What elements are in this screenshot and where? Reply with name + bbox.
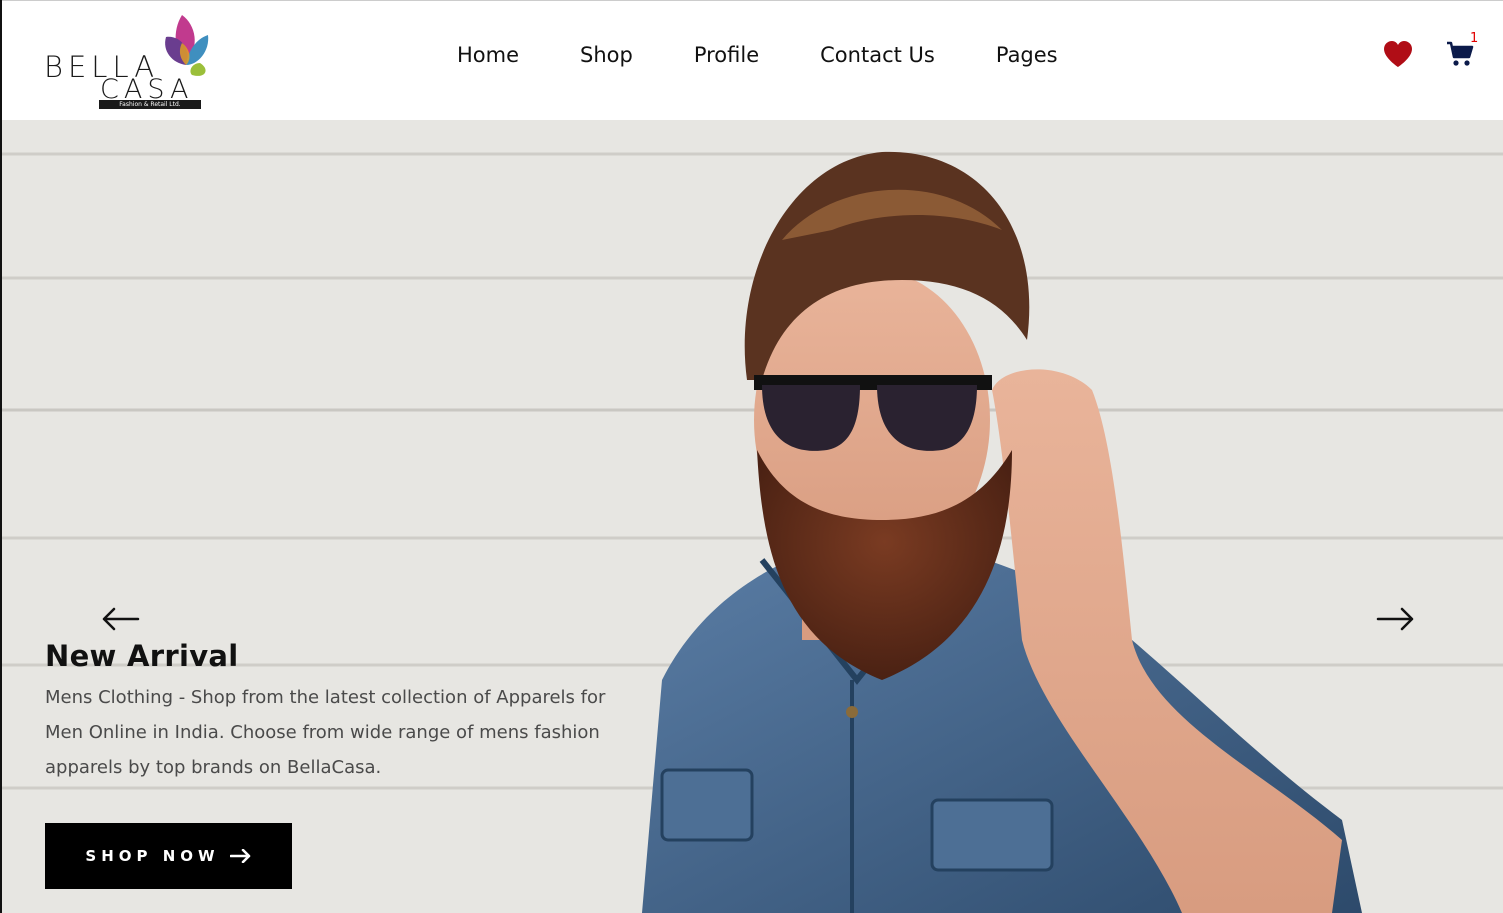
shop-now-label: SHOP NOW	[85, 847, 220, 865]
hero-slider: New Arrival Mens Clothing - Shop from th…	[2, 120, 1503, 913]
hero-title: New Arrival	[45, 639, 239, 673]
arrow-right-small-icon	[229, 849, 250, 863]
site-header: BELLA CASA Fashion & Retail Ltd. Home Sh…	[2, 0, 1503, 120]
hero-description: Mens Clothing - Shop from the latest col…	[45, 687, 606, 778]
arrow-left-icon[interactable]	[100, 607, 140, 631]
arrow-right-icon[interactable]	[1376, 607, 1416, 631]
logo-word-casa: CASA	[100, 74, 194, 105]
logo-tagline: Fashion & Retail Ltd.	[99, 100, 201, 109]
nav-pages[interactable]: Pages	[996, 39, 1058, 71]
hero-image	[2, 120, 1503, 913]
nav-shop[interactable]: Shop	[580, 39, 633, 71]
main-nav: Home Shop Profile Contact Us Pages	[457, 39, 1058, 71]
nav-home[interactable]: Home	[457, 39, 519, 71]
shop-now-button[interactable]: SHOP NOW	[45, 823, 292, 889]
nav-contact-us[interactable]: Contact Us	[820, 39, 935, 71]
cart-count-badge: 1	[1470, 31, 1479, 46]
brand-logo[interactable]: BELLA CASA Fashion & Retail Ltd.	[42, 11, 212, 111]
heart-icon[interactable]	[1383, 40, 1413, 68]
nav-profile[interactable]: Profile	[694, 39, 759, 71]
hero-caption: New Arrival Mens Clothing - Shop from th…	[45, 638, 645, 785]
logo-petals-icon	[165, 15, 209, 76]
